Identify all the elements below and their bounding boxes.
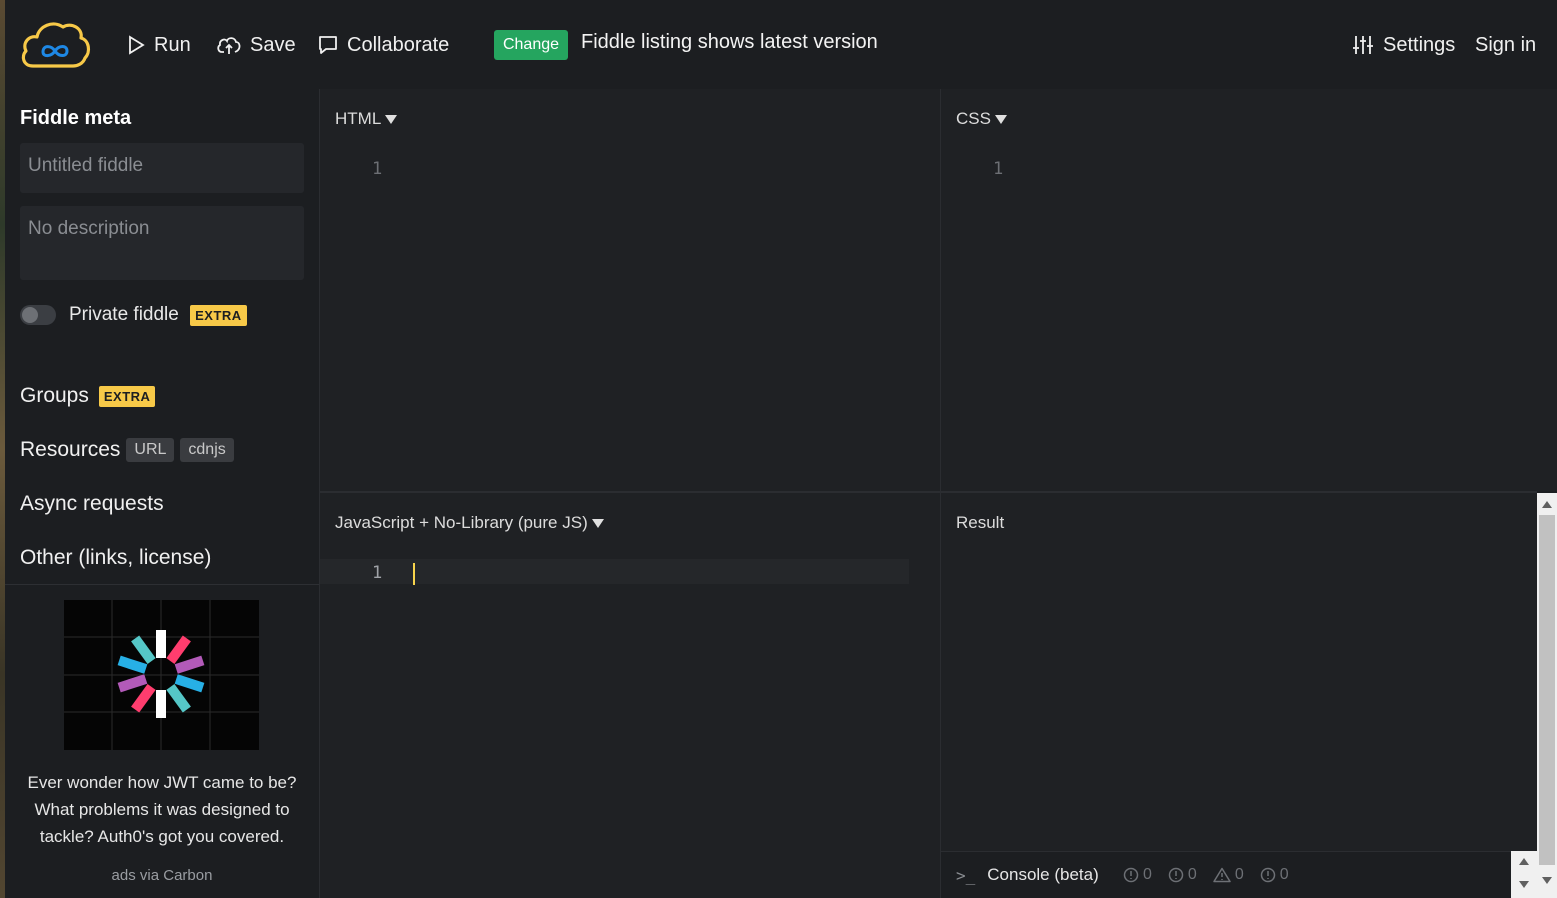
scroll-up-icon[interactable]	[1519, 858, 1529, 865]
caret-down-icon	[994, 114, 1007, 124]
active-line-highlight	[320, 559, 909, 584]
sliders-icon	[1353, 36, 1373, 54]
info-counter[interactable]: 0	[1168, 866, 1197, 884]
play-icon	[129, 35, 145, 55]
cloud-logo-icon[interactable]	[19, 18, 91, 70]
result-label-text: Result	[956, 513, 1005, 532]
save-label: Save	[250, 33, 296, 56]
ad-via-link[interactable]: ads via Carbon	[5, 867, 319, 884]
line-number: 1	[993, 159, 1004, 179]
text-cursor	[413, 563, 415, 585]
console-scrollbar[interactable]	[1511, 851, 1537, 898]
terminal-icon: >_	[956, 865, 976, 885]
extra-badge: EXTRA	[190, 305, 247, 326]
css-panel-label[interactable]: CSS	[956, 109, 1007, 129]
resources-label: Resources	[20, 438, 121, 461]
error-count: 0	[1279, 866, 1289, 883]
other-section[interactable]: Other (links, license)	[20, 546, 211, 570]
groups-label: Groups	[20, 384, 89, 407]
sign-in-link[interactable]: Sign in	[1475, 30, 1536, 60]
jwt-logo-icon	[64, 600, 259, 750]
fiddle-title-placeholder: Untitled fiddle	[28, 155, 144, 176]
top-bar: Run Save Collaborate Change Fiddle listi…	[5, 0, 1557, 89]
html-label-text: HTML	[335, 109, 382, 128]
html-panel[interactable]: HTML 1	[320, 89, 940, 491]
fiddle-title-input[interactable]: Untitled fiddle	[20, 143, 304, 193]
private-fiddle-label: Private fiddle	[69, 304, 179, 325]
javascript-panel[interactable]: JavaScript + No-Library (pure JS) 1	[320, 493, 940, 898]
collaborate-button[interactable]: Collaborate	[317, 30, 449, 60]
info-circle-icon	[1123, 867, 1139, 883]
warning-count: 0	[1234, 866, 1244, 883]
ad-text[interactable]: Ever wonder how JWT came to be? What pro…	[19, 769, 305, 850]
settings-label: Settings	[1383, 33, 1456, 56]
sidebar: Fiddle meta Untitled fiddle No descripti…	[5, 89, 319, 898]
async-requests-section[interactable]: Async requests	[20, 492, 164, 516]
caret-down-icon	[591, 518, 604, 528]
sidebar-title: Fiddle meta	[20, 107, 132, 129]
run-button[interactable]: Run	[126, 30, 191, 60]
warning-counter[interactable]: 0	[1213, 866, 1244, 884]
scrollbar-thumb[interactable]	[1539, 515, 1555, 865]
line-number: 1	[372, 159, 383, 179]
fiddle-description-placeholder: No description	[28, 218, 150, 239]
sidebar-divider	[5, 584, 319, 585]
css-panel[interactable]: CSS 1	[941, 89, 1557, 491]
result-panel[interactable]: Result	[941, 493, 1537, 851]
console-counters: 0 0 0 0	[1123, 866, 1289, 884]
collaborate-label: Collaborate	[347, 33, 450, 56]
warning-triangle-icon	[1213, 867, 1231, 883]
groups-section[interactable]: Groups EXTRA	[20, 384, 156, 408]
info-circle-icon	[1168, 867, 1184, 883]
result-scrollbar[interactable]	[1537, 493, 1557, 898]
run-label: Run	[154, 33, 191, 56]
log-count: 0	[1143, 866, 1152, 883]
log-counter[interactable]: 0	[1123, 866, 1152, 884]
cloud-upload-icon	[217, 37, 241, 54]
chat-bubble-icon	[319, 36, 337, 54]
sign-in-label: Sign in	[1475, 33, 1537, 56]
resource-tag-url[interactable]: URL	[126, 438, 175, 462]
async-requests-label: Async requests	[20, 492, 164, 515]
fiddle-description-input[interactable]: No description	[20, 206, 304, 280]
result-panel-label: Result	[956, 513, 1004, 533]
other-label: Other (links, license)	[20, 546, 212, 569]
console-bar[interactable]: >_ Console (beta) 0 0 0 0	[941, 851, 1511, 898]
settings-button[interactable]: Settings	[1351, 30, 1455, 60]
listing-notice: Fiddle listing shows latest version	[581, 31, 878, 53]
javascript-panel-label[interactable]: JavaScript + No-Library (pure JS)	[335, 513, 604, 533]
scroll-down-icon[interactable]	[1542, 877, 1552, 884]
scroll-down-icon[interactable]	[1519, 881, 1529, 888]
css-label-text: CSS	[956, 109, 991, 128]
console-toggle[interactable]: >_ Console (beta)	[956, 865, 1099, 885]
change-button[interactable]: Change	[494, 30, 568, 60]
info-count: 0	[1187, 866, 1197, 883]
resource-tag-cdnjs[interactable]: cdnjs	[180, 438, 234, 462]
error-circle-icon	[1260, 867, 1275, 883]
save-button[interactable]: Save	[216, 30, 296, 60]
html-panel-label[interactable]: HTML	[335, 109, 398, 129]
extra-badge: EXTRA	[98, 385, 156, 407]
javascript-label-text: JavaScript + No-Library (pure JS)	[335, 513, 588, 532]
private-fiddle-toggle[interactable]	[20, 305, 56, 325]
error-counter[interactable]: 0	[1260, 866, 1289, 884]
ad-image[interactable]	[64, 600, 259, 750]
console-label: Console (beta)	[987, 865, 1099, 884]
resources-section[interactable]: Resources URL cdnjs	[20, 438, 234, 462]
scroll-up-icon[interactable]	[1542, 501, 1552, 508]
caret-down-icon	[385, 114, 398, 124]
private-fiddle-option: Private fiddle EXTRA	[69, 304, 247, 326]
line-number: 1	[372, 563, 383, 583]
